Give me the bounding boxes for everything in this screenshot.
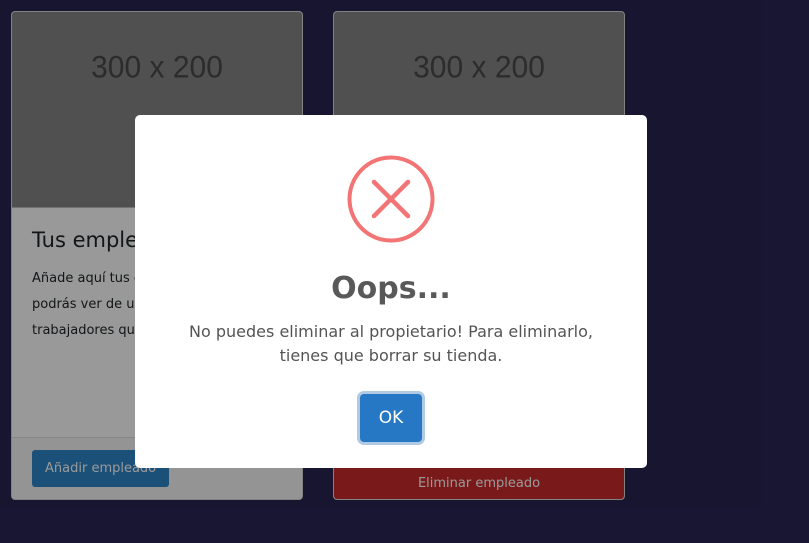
error-dialog: Oops... No puedes eliminar al propietari… bbox=[135, 115, 647, 468]
dialog-message: No puedes eliminar al propietario! Para … bbox=[175, 320, 607, 368]
ok-button[interactable]: OK bbox=[360, 394, 422, 442]
dialog-title: Oops... bbox=[331, 271, 451, 306]
dialog-message-line: tienes que borrar su tienda. bbox=[279, 346, 503, 365]
error-x-icon bbox=[347, 155, 435, 243]
dialog-message-line: No puedes eliminar al propietario! Para … bbox=[189, 322, 593, 341]
